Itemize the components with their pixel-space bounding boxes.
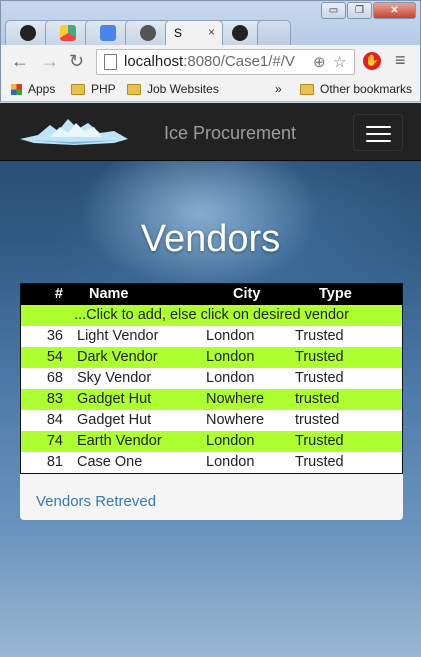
app-title[interactable]: Ice Procurement xyxy=(164,123,296,144)
vendor-name: Case One xyxy=(77,454,143,470)
hamburger-bar xyxy=(366,140,391,142)
bookmarks-overflow-button[interactable]: » xyxy=(275,82,282,96)
vendor-type: Trusted xyxy=(295,370,344,386)
url-path: :8080/Case1/#/V xyxy=(183,53,295,70)
vendor-type: trusted xyxy=(295,412,340,428)
vendor-type: Trusted xyxy=(295,328,344,344)
minimize-button[interactable]: ▭ xyxy=(321,2,346,19)
zoom-icon[interactable]: ⊕ xyxy=(313,53,326,71)
vendors-panel: # Name City Type ...Click to add, else c… xyxy=(20,283,403,520)
maps-icon xyxy=(60,25,76,41)
bookmarks-bar: Apps PHP Job Websites » Other bookmarks xyxy=(0,78,421,102)
bookmark-php[interactable]: PHP xyxy=(71,82,116,96)
folder-icon xyxy=(300,83,314,95)
vendor-city: London xyxy=(206,370,255,386)
vendor-name: Sky Vendor xyxy=(77,370,152,386)
folder-icon xyxy=(127,83,141,95)
vendor-num: 74 xyxy=(46,433,63,449)
menu-toggle-button[interactable] xyxy=(353,114,403,151)
forward-arrow-icon[interactable]: → xyxy=(41,51,59,71)
header-city: City xyxy=(233,286,261,302)
bookmark-php-label: PHP xyxy=(91,82,116,96)
bookmark-job-websites-label: Job Websites xyxy=(147,82,219,96)
vendor-city: London xyxy=(206,349,255,365)
new-tab-button[interactable] xyxy=(257,20,291,45)
tab-close-icon[interactable]: × xyxy=(208,25,215,39)
adblock-extension-icon[interactable]: ✋ xyxy=(363,52,381,70)
vendor-city: Nowhere xyxy=(206,412,265,428)
vendors-table: # Name City Type ...Click to add, else c… xyxy=(20,283,403,474)
close-window-button[interactable]: ✕ xyxy=(373,2,416,19)
vendor-type: Trusted xyxy=(295,349,344,365)
vendor-num: 83 xyxy=(46,391,63,407)
table-row[interactable]: 74 Earth Vendor London Trusted xyxy=(21,431,402,452)
page-title: Vendors xyxy=(140,218,281,260)
table-row[interactable]: 54 Dark Vendor London Trusted xyxy=(21,347,402,368)
vendor-type: Trusted xyxy=(295,454,344,470)
header-type: Type xyxy=(319,286,352,302)
vendor-name: Light Vendor xyxy=(77,328,159,344)
vendor-num: 68 xyxy=(46,370,63,386)
vendor-city: London xyxy=(206,328,255,344)
url-host: localhost xyxy=(124,53,184,70)
vendor-num: 54 xyxy=(46,349,63,365)
github-icon xyxy=(20,25,36,41)
hamburger-bar xyxy=(366,126,391,128)
active-tab-title: S xyxy=(174,26,183,40)
browser-toolbar: ← → ↻ localhost:8080/Case1/#/V ⊕ ☆ ✋ ≡ xyxy=(0,45,421,78)
vendor-type: trusted xyxy=(295,391,340,407)
avatar-icon xyxy=(140,25,156,41)
bookmark-other-label: Other bookmarks xyxy=(320,82,413,96)
github-icon xyxy=(232,25,248,41)
apps-grid-icon xyxy=(11,83,22,95)
vendor-num: 36 xyxy=(46,328,63,344)
google-icon xyxy=(100,25,116,41)
overflow-chevron-icon: » xyxy=(275,82,282,96)
window-controls: ▭ ❐ ✕ xyxy=(321,2,416,19)
bookmark-apps-label: Apps xyxy=(28,82,56,96)
header-name: Name xyxy=(89,286,129,302)
reload-icon[interactable]: ↻ xyxy=(69,51,84,71)
bookmark-job-websites[interactable]: Job Websites xyxy=(127,82,219,96)
vendor-city: London xyxy=(206,433,255,449)
table-row[interactable]: 68 Sky Vendor London Trusted xyxy=(21,368,402,389)
table-row[interactable]: 84 Gadget Hut Nowhere trusted xyxy=(21,410,402,431)
vendor-type: Trusted xyxy=(295,433,344,449)
add-vendor-row[interactable]: ...Click to add, else click on desired v… xyxy=(21,305,402,326)
vendor-name: Gadget Hut xyxy=(77,391,152,407)
header-num: # xyxy=(54,286,63,302)
address-bar[interactable]: localhost:8080/Case1/#/V ⊕ ☆ xyxy=(96,49,355,75)
hamburger-bar xyxy=(366,133,391,135)
bookmark-apps[interactable]: Apps xyxy=(11,82,55,96)
chrome-menu-icon[interactable]: ≡ xyxy=(395,50,406,71)
table-row[interactable]: 81 Case One London Trusted xyxy=(21,452,402,473)
url-text[interactable]: localhost:8080/Case1/#/V xyxy=(124,53,322,70)
vendor-num: 81 xyxy=(46,454,63,470)
vendor-name: Dark Vendor xyxy=(77,349,158,365)
table-header: # Name City Type xyxy=(21,284,402,305)
table-row[interactable]: 36 Light Vendor London Trusted xyxy=(21,326,402,347)
page-icon xyxy=(104,54,117,70)
bookmark-other[interactable]: Other bookmarks xyxy=(300,82,412,96)
ice-logo-icon[interactable] xyxy=(20,115,128,145)
status-message: Vendors Retreved xyxy=(36,493,157,510)
app-navbar: Ice Procurement xyxy=(0,103,421,161)
vendor-city: London xyxy=(206,454,255,470)
star-icon[interactable]: ☆ xyxy=(333,53,346,71)
vendor-city: Nowhere xyxy=(206,391,265,407)
page-content: Ice Procurement Vendors # Name City Type… xyxy=(0,103,421,657)
back-arrow-icon[interactable]: ← xyxy=(11,51,29,71)
tab-strip: S × xyxy=(5,20,291,46)
tab-active[interactable]: S × xyxy=(165,20,223,45)
folder-icon xyxy=(71,83,85,95)
vendor-name: Gadget Hut xyxy=(77,412,152,428)
vendor-num: 84 xyxy=(46,412,63,428)
maximize-button[interactable]: ❐ xyxy=(347,2,372,19)
vendor-name: Earth Vendor xyxy=(77,433,162,449)
browser-title-bar: ▭ ❐ ✕ S × xyxy=(0,0,421,45)
table-row[interactable]: 83 Gadget Hut Nowhere trusted xyxy=(21,389,402,410)
